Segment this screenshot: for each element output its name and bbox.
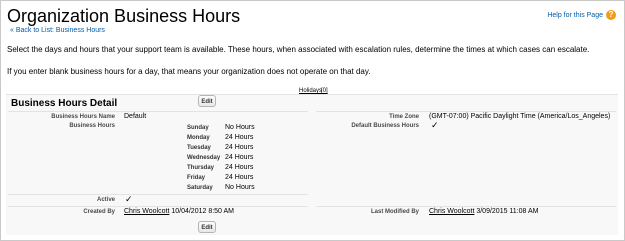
day-hours: 24 Hours — [225, 144, 254, 151]
day-label: Friday — [187, 175, 206, 181]
day-label: Monday — [187, 135, 210, 141]
day-hours: No Hours — [225, 124, 255, 131]
section-title: Business Hours Detail — [11, 98, 118, 109]
default-business-hours-label: Default Business Hours — [351, 123, 419, 129]
day-label: Wednesday — [187, 155, 221, 161]
day-label: Sunday — [187, 125, 209, 131]
day-hours: 24 Hours — [225, 134, 254, 141]
day-label: Tuesday — [187, 145, 211, 151]
modified-by-user-link[interactable]: Chris Woolcott — [429, 208, 474, 215]
day-hours: No Hours — [225, 184, 255, 191]
day-hours: 24 Hours — [225, 164, 254, 171]
created-by-label: Created By — [83, 209, 115, 215]
day-label: Thursday — [187, 165, 215, 171]
default-check-icon: ✓ — [431, 120, 439, 130]
created-by-user-link[interactable]: Chris Woolcott — [124, 208, 169, 215]
edit-button-bottom[interactable]: Edit — [198, 221, 216, 233]
page-frame: Organization Business Hours « Back to Li… — [0, 0, 625, 241]
divider — [8, 206, 308, 207]
day-hours: 24 Hours — [225, 174, 254, 181]
last-modified-by-label: Last Modified By — [370, 209, 419, 215]
active-label: Active — [96, 197, 115, 203]
time-zone-value: (GMT-07:00) Pacific Daylight Time (Ameri… — [429, 113, 611, 120]
day-label: Saturday — [187, 185, 213, 191]
page-title: Organization Business Hours — [7, 6, 241, 26]
edit-button-top[interactable]: Edit — [198, 95, 216, 107]
business-hours-name-label: Business Hours Name — [51, 114, 115, 120]
help-link[interactable]: Help for this Page — [547, 12, 603, 19]
divider — [316, 111, 616, 112]
question-icon[interactable]: ? — [606, 10, 616, 20]
day-hours: 24 Hours — [225, 154, 254, 161]
time-zone-label: Time Zone — [389, 114, 419, 120]
active-check-icon: ✓ — [125, 194, 133, 204]
intro-paragraph: Select the days and hours that your supp… — [7, 45, 590, 54]
business-hours-label: Business Hours — [69, 123, 115, 129]
created-date: 10/04/2012 8:50 AM — [171, 208, 235, 215]
modified-date: 3/09/2015 11:08 AM — [476, 208, 539, 215]
blank-hours-note: If you enter blank business hours for a … — [7, 67, 371, 76]
divider — [316, 206, 616, 207]
back-to-list-link[interactable]: « Back to List: Business Hours — [10, 27, 105, 34]
divider — [8, 111, 308, 112]
divider — [8, 194, 308, 195]
business-hours-name-value: Default — [124, 113, 147, 120]
